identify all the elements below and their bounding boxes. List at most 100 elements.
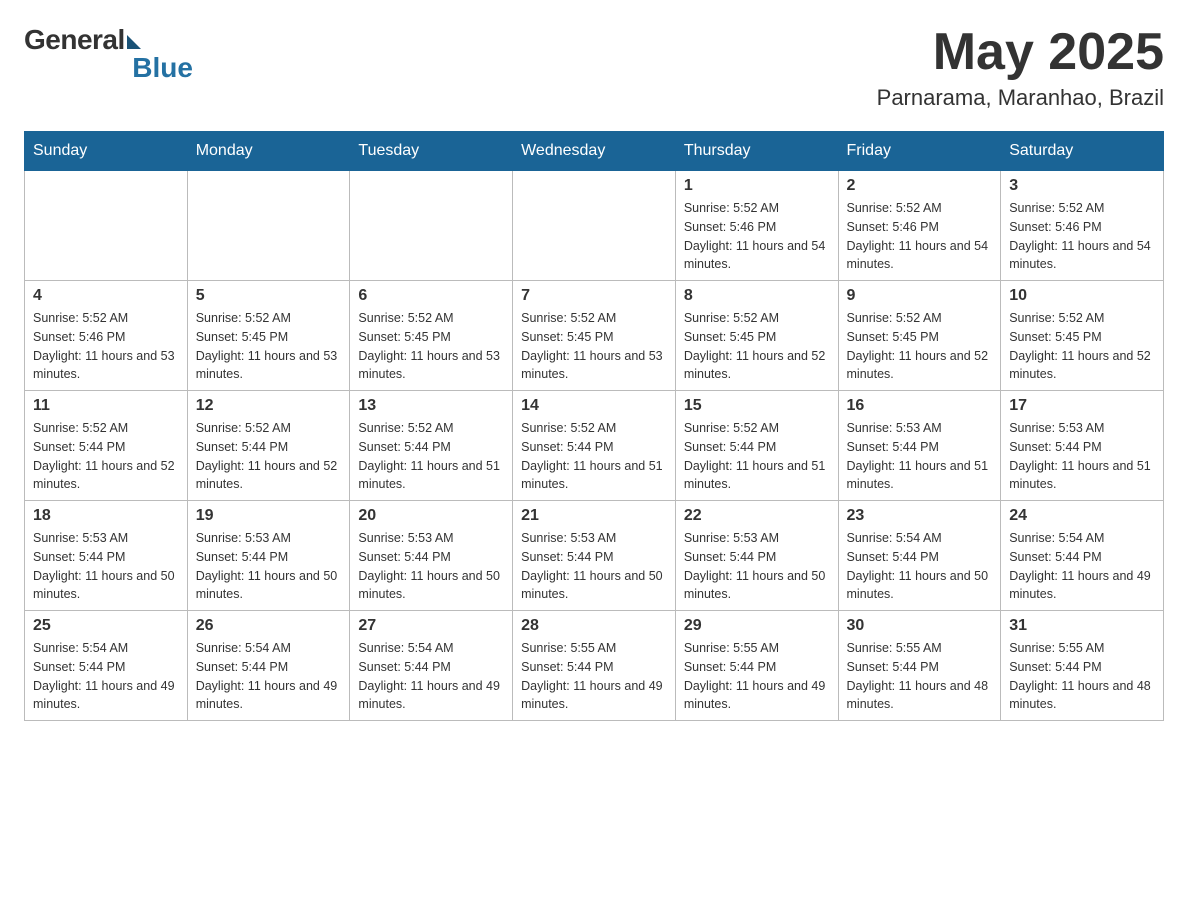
day-number: 18 (33, 507, 179, 525)
day-number: 20 (358, 507, 504, 525)
day-info: Sunrise: 5:52 AMSunset: 5:45 PMDaylight:… (1009, 309, 1155, 384)
day-info: Sunrise: 5:53 AMSunset: 5:44 PMDaylight:… (521, 529, 667, 604)
calendar-day-header: Friday (838, 132, 1001, 171)
day-info: Sunrise: 5:52 AMSunset: 5:45 PMDaylight:… (196, 309, 342, 384)
day-info: Sunrise: 5:52 AMSunset: 5:45 PMDaylight:… (521, 309, 667, 384)
calendar-day-header: Sunday (25, 132, 188, 171)
day-number: 25 (33, 617, 179, 635)
day-info: Sunrise: 5:52 AMSunset: 5:44 PMDaylight:… (358, 419, 504, 494)
calendar-day-cell: 4 Sunrise: 5:52 AMSunset: 5:46 PMDaylight… (25, 281, 188, 391)
calendar-day-cell: 5 Sunrise: 5:52 AMSunset: 5:45 PMDaylight… (187, 281, 350, 391)
day-info: Sunrise: 5:54 AMSunset: 5:44 PMDaylight:… (33, 639, 179, 714)
day-number: 16 (847, 397, 993, 415)
day-info: Sunrise: 5:53 AMSunset: 5:44 PMDaylight:… (684, 529, 830, 604)
calendar-day-header: Saturday (1001, 132, 1164, 171)
day-number: 28 (521, 617, 667, 635)
logo-blue-text: Blue (132, 52, 193, 84)
calendar-day-cell (513, 171, 676, 281)
day-number: 17 (1009, 397, 1155, 415)
calendar-day-cell: 12 Sunrise: 5:52 AMSunset: 5:44 PMDayligh… (187, 391, 350, 501)
day-number: 8 (684, 287, 830, 305)
calendar-day-cell: 30 Sunrise: 5:55 AMSunset: 5:44 PMDayligh… (838, 611, 1001, 721)
calendar-day-cell: 21 Sunrise: 5:53 AMSunset: 5:44 PMDayligh… (513, 501, 676, 611)
month-title: May 2025 (877, 24, 1164, 81)
calendar-day-cell (25, 171, 188, 281)
day-number: 22 (684, 507, 830, 525)
day-number: 21 (521, 507, 667, 525)
day-number: 5 (196, 287, 342, 305)
calendar-day-cell: 1 Sunrise: 5:52 AMSunset: 5:46 PMDaylight… (675, 171, 838, 281)
calendar-day-cell: 8Sunrise: 5:52 AMSunset: 5:45 PMDaylight… (675, 281, 838, 391)
location-title: Parnarama, Maranhao, Brazil (877, 85, 1164, 111)
calendar-day-cell: 6 Sunrise: 5:52 AMSunset: 5:45 PMDaylight… (350, 281, 513, 391)
day-number: 2 (847, 177, 993, 195)
day-info: Sunrise: 5:53 AMSunset: 5:44 PMDaylight:… (1009, 419, 1155, 494)
day-info: Sunrise: 5:52 AMSunset: 5:46 PMDaylight:… (1009, 199, 1155, 274)
day-number: 14 (521, 397, 667, 415)
day-info: Sunrise: 5:53 AMSunset: 5:44 PMDaylight:… (33, 529, 179, 604)
day-number: 30 (847, 617, 993, 635)
day-info: Sunrise: 5:52 AMSunset: 5:46 PMDaylight:… (684, 199, 830, 274)
calendar-day-cell: 31 Sunrise: 5:55 AMSunset: 5:44 PMDayligh… (1001, 611, 1164, 721)
day-info: Sunrise: 5:52 AMSunset: 5:45 PMDaylight:… (847, 309, 993, 384)
calendar-day-cell: 10 Sunrise: 5:52 AMSunset: 5:45 PMDayligh… (1001, 281, 1164, 391)
day-info: Sunrise: 5:54 AMSunset: 5:44 PMDaylight:… (358, 639, 504, 714)
calendar-day-cell: 11Sunrise: 5:52 AMSunset: 5:44 PMDayligh… (25, 391, 188, 501)
day-info: Sunrise: 5:53 AMSunset: 5:44 PMDaylight:… (847, 419, 993, 494)
calendar-day-cell: 24 Sunrise: 5:54 AMSunset: 5:44 PMDayligh… (1001, 501, 1164, 611)
day-info: Sunrise: 5:54 AMSunset: 5:44 PMDaylight:… (196, 639, 342, 714)
day-info: Sunrise: 5:55 AMSunset: 5:44 PMDaylight:… (847, 639, 993, 714)
day-info: Sunrise: 5:52 AMSunset: 5:45 PMDaylight:… (358, 309, 504, 384)
day-info: Sunrise: 5:53 AMSunset: 5:44 PMDaylight:… (358, 529, 504, 604)
day-info: Sunrise: 5:52 AMSunset: 5:46 PMDaylight:… (33, 309, 179, 384)
calendar-table: SundayMondayTuesdayWednesdayThursdayFrid… (24, 131, 1164, 721)
title-section: May 2025 Parnarama, Maranhao, Brazil (877, 24, 1164, 111)
day-info: Sunrise: 5:52 AMSunset: 5:44 PMDaylight:… (684, 419, 830, 494)
calendar-day-cell (350, 171, 513, 281)
day-number: 4 (33, 287, 179, 305)
day-number: 24 (1009, 507, 1155, 525)
day-number: 3 (1009, 177, 1155, 195)
calendar-day-cell: 2Sunrise: 5:52 AMSunset: 5:46 PMDaylight… (838, 171, 1001, 281)
day-info: Sunrise: 5:52 AMSunset: 5:44 PMDaylight:… (521, 419, 667, 494)
day-info: Sunrise: 5:52 AMSunset: 5:44 PMDaylight:… (196, 419, 342, 494)
day-number: 6 (358, 287, 504, 305)
day-number: 19 (196, 507, 342, 525)
day-number: 1 (684, 177, 830, 195)
calendar-day-cell: 19Sunrise: 5:53 AMSunset: 5:44 PMDayligh… (187, 501, 350, 611)
day-number: 26 (196, 617, 342, 635)
calendar-day-cell: 17 Sunrise: 5:53 AMSunset: 5:44 PMDayligh… (1001, 391, 1164, 501)
day-info: Sunrise: 5:55 AMSunset: 5:44 PMDaylight:… (1009, 639, 1155, 714)
calendar-day-cell: 7 Sunrise: 5:52 AMSunset: 5:45 PMDaylight… (513, 281, 676, 391)
calendar-week-row: 11 Sunrise: 5:52 AMSunset: 5:44 PMDayligh… (25, 391, 1164, 501)
day-info: Sunrise: 5:54 AMSunset: 5:44 PMDaylight:… (1009, 529, 1155, 604)
day-number: 12 (196, 397, 342, 415)
day-number: 7 (521, 287, 667, 305)
calendar-day-cell (187, 171, 350, 281)
calendar-day-cell: 22 Sunrise: 5:53 AMSunset: 5:44 PMDayligh… (675, 501, 838, 611)
calendar-day-cell: 14 Sunrise: 5:52 AMSunset: 5:44 PMDayligh… (513, 391, 676, 501)
calendar-week-row: 25 Sunrise: 5:54 AMSunset: 5:44 PMDayligh… (25, 611, 1164, 721)
calendar-day-cell: 18 Sunrise: 5:53 AMSunset: 5:44 PMDayligh… (25, 501, 188, 611)
day-number: 31 (1009, 617, 1155, 635)
calendar-week-row: 1 Sunrise: 5:52 AMSunset: 5:46 PMDaylight… (25, 171, 1164, 281)
calendar-day-cell: 20 Sunrise: 5:53 AMSunset: 5:44 PMDayligh… (350, 501, 513, 611)
calendar-day-cell: 29 Sunrise: 5:55 AMSunset: 5:44 PMDayligh… (675, 611, 838, 721)
logo: General General Blue (24, 24, 193, 84)
day-info: Sunrise: 5:54 AMSunset: 5:44 PMDaylight:… (847, 529, 993, 604)
day-number: 9 (847, 287, 993, 305)
calendar-day-cell: 13 Sunrise: 5:52 AMSunset: 5:44 PMDayligh… (350, 391, 513, 501)
day-number: 27 (358, 617, 504, 635)
calendar-day-cell: 25 Sunrise: 5:54 AMSunset: 5:44 PMDayligh… (25, 611, 188, 721)
calendar-day-cell: 27 Sunrise: 5:54 AMSunset: 5:44 PMDayligh… (350, 611, 513, 721)
calendar-day-cell: 3 Sunrise: 5:52 AMSunset: 5:46 PMDaylight… (1001, 171, 1164, 281)
day-number: 29 (684, 617, 830, 635)
day-number: 13 (358, 397, 504, 415)
day-number: 10 (1009, 287, 1155, 305)
calendar-day-header: Tuesday (350, 132, 513, 171)
day-number: 23 (847, 507, 993, 525)
page-header: General General Blue May 2025 Parnarama,… (24, 24, 1164, 111)
day-number: 11 (33, 397, 179, 415)
day-info: Sunrise: 5:55 AMSunset: 5:44 PMDaylight:… (684, 639, 830, 714)
calendar-day-cell: 23 Sunrise: 5:54 AMSunset: 5:44 PMDayligh… (838, 501, 1001, 611)
